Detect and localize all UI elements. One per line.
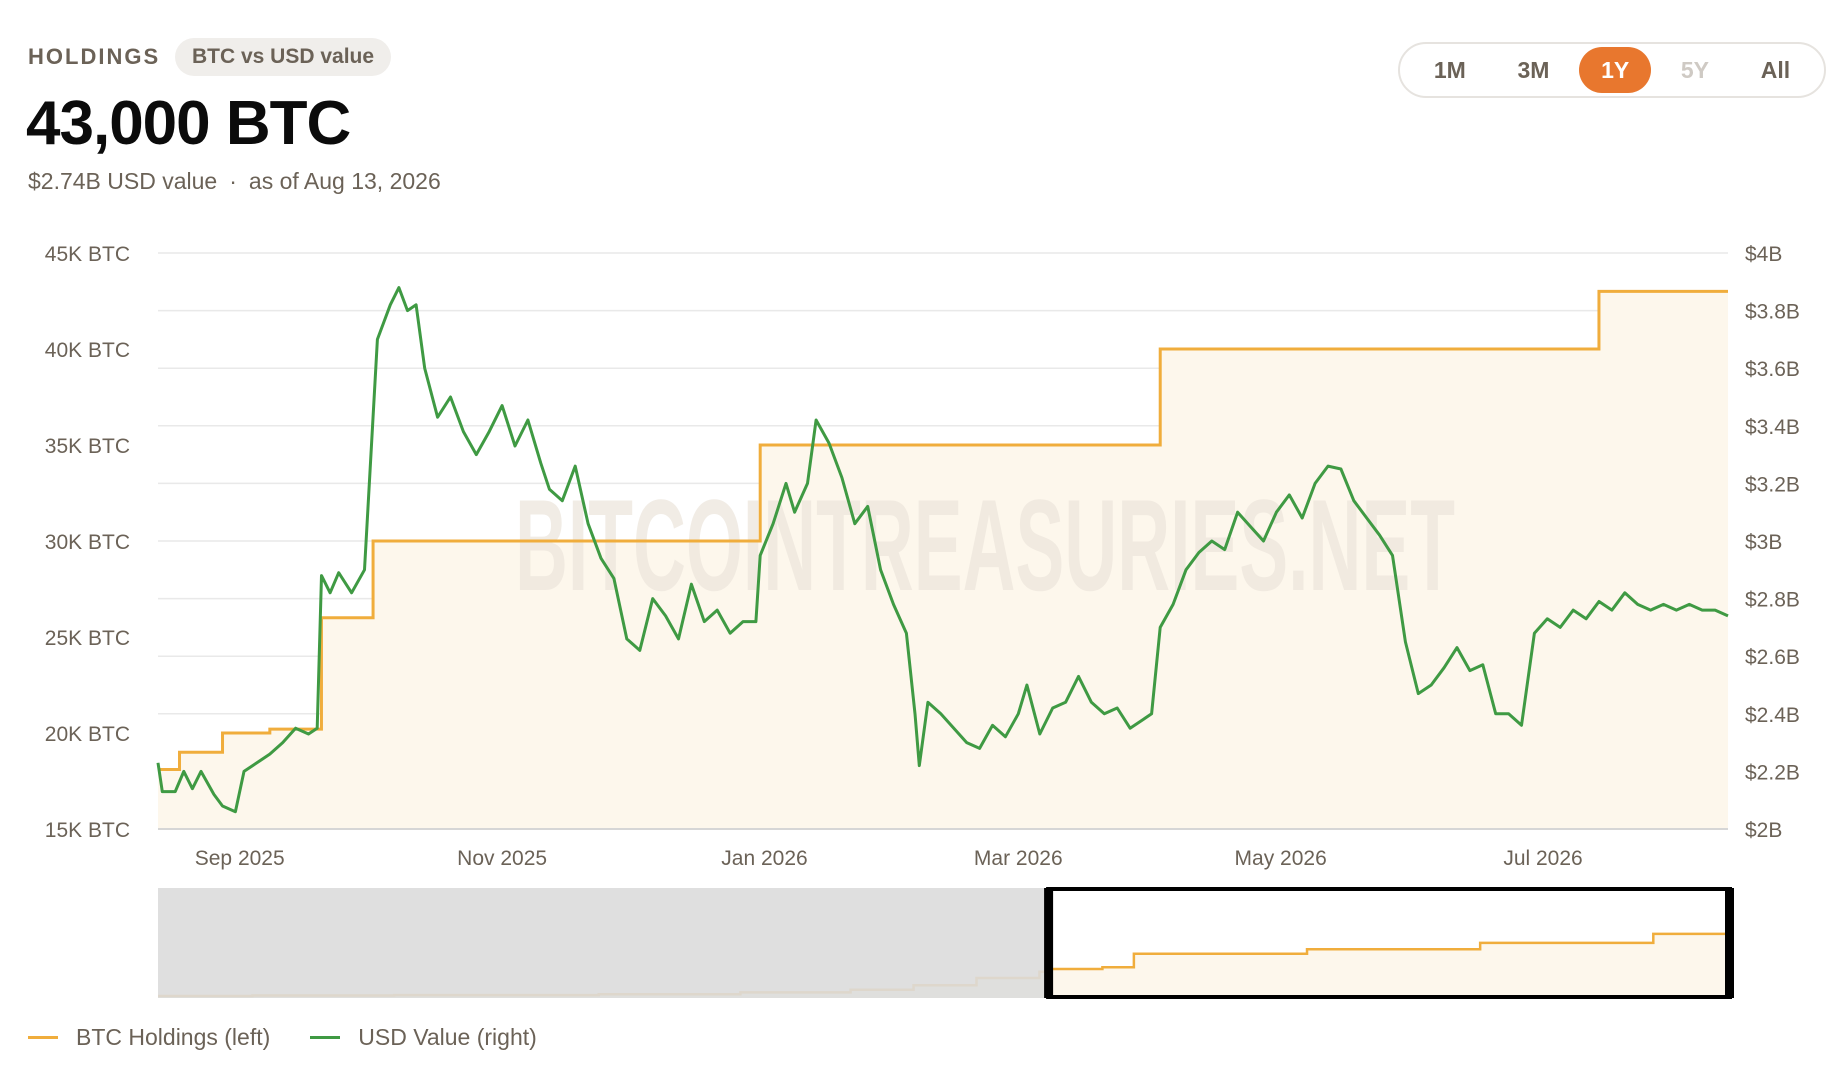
y-left-tick-label: 15K BTC — [45, 819, 130, 842]
legend-btc-holdings[interactable]: BTC Holdings (left) — [28, 1024, 270, 1051]
watermark-text: BITCOINTREASURIES.NET — [515, 472, 1455, 618]
x-axis: Sep 2025 Nov 2025 Jan 2026 Mar 2026 May 2026… — [195, 847, 1583, 870]
navigator-right-handle[interactable] — [1725, 888, 1734, 998]
y-right-tick-label: $4B — [1745, 243, 1782, 266]
legend-usd-value[interactable]: USD Value (right) — [310, 1024, 537, 1051]
y-left-tick-label: 20K BTC — [45, 723, 130, 746]
legend-usd-label: USD Value (right) — [358, 1024, 537, 1050]
navigator-mask — [158, 888, 1049, 998]
x-tick-label: Jan 2026 — [721, 847, 807, 870]
y-left-tick-label: 40K BTC — [45, 339, 130, 362]
y-right-tick-label: $2.2B — [1745, 761, 1800, 784]
y-right-tick-label: $3B — [1745, 531, 1782, 554]
y-left-tick-label: 25K BTC — [45, 627, 130, 650]
range-navigator[interactable] — [158, 887, 1734, 999]
y-axis-right: $2B $2.2B $2.4B $2.6B $2.8B $3B $3.2B $3.4B $3.6… — [1745, 243, 1800, 842]
y-left-tick-label: 35K BTC — [45, 435, 130, 458]
y-left-tick-label: 30K BTC — [45, 531, 130, 554]
x-tick-label: May 2026 — [1235, 847, 1327, 870]
y-right-tick-label: $3.4B — [1745, 416, 1800, 439]
holdings-chart[interactable]: BITCOINTREASURIES.NET 15K BTC 20K BTC 25K … — [0, 0, 1840, 1010]
x-tick-label: Mar 2026 — [974, 847, 1063, 870]
x-tick-label: Sep 2025 — [195, 847, 285, 870]
y-right-tick-label: $3.6B — [1745, 358, 1800, 381]
x-tick-label: Nov 2025 — [457, 847, 547, 870]
y-axis-left: 15K BTC 20K BTC 25K BTC 30K BTC 35K BTC 40K B… — [45, 243, 130, 842]
legend-btc-label: BTC Holdings (left) — [76, 1024, 271, 1050]
chart-legend: BTC Holdings (left) USD Value (right) — [28, 1024, 577, 1051]
legend-btc-swatch — [28, 1036, 58, 1039]
y-right-tick-label: $2.6B — [1745, 646, 1800, 669]
x-tick-label: Jul 2026 — [1503, 847, 1582, 870]
y-right-tick-label: $3.8B — [1745, 301, 1800, 324]
y-right-tick-label: $2.4B — [1745, 704, 1800, 727]
legend-usd-swatch — [310, 1036, 341, 1039]
y-right-tick-label: $2.8B — [1745, 589, 1800, 612]
y-right-tick-label: $3.2B — [1745, 473, 1800, 496]
y-left-tick-label: 45K BTC — [45, 243, 130, 266]
y-right-tick-label: $2B — [1745, 819, 1782, 842]
navigator-left-handle[interactable] — [1044, 888, 1054, 998]
